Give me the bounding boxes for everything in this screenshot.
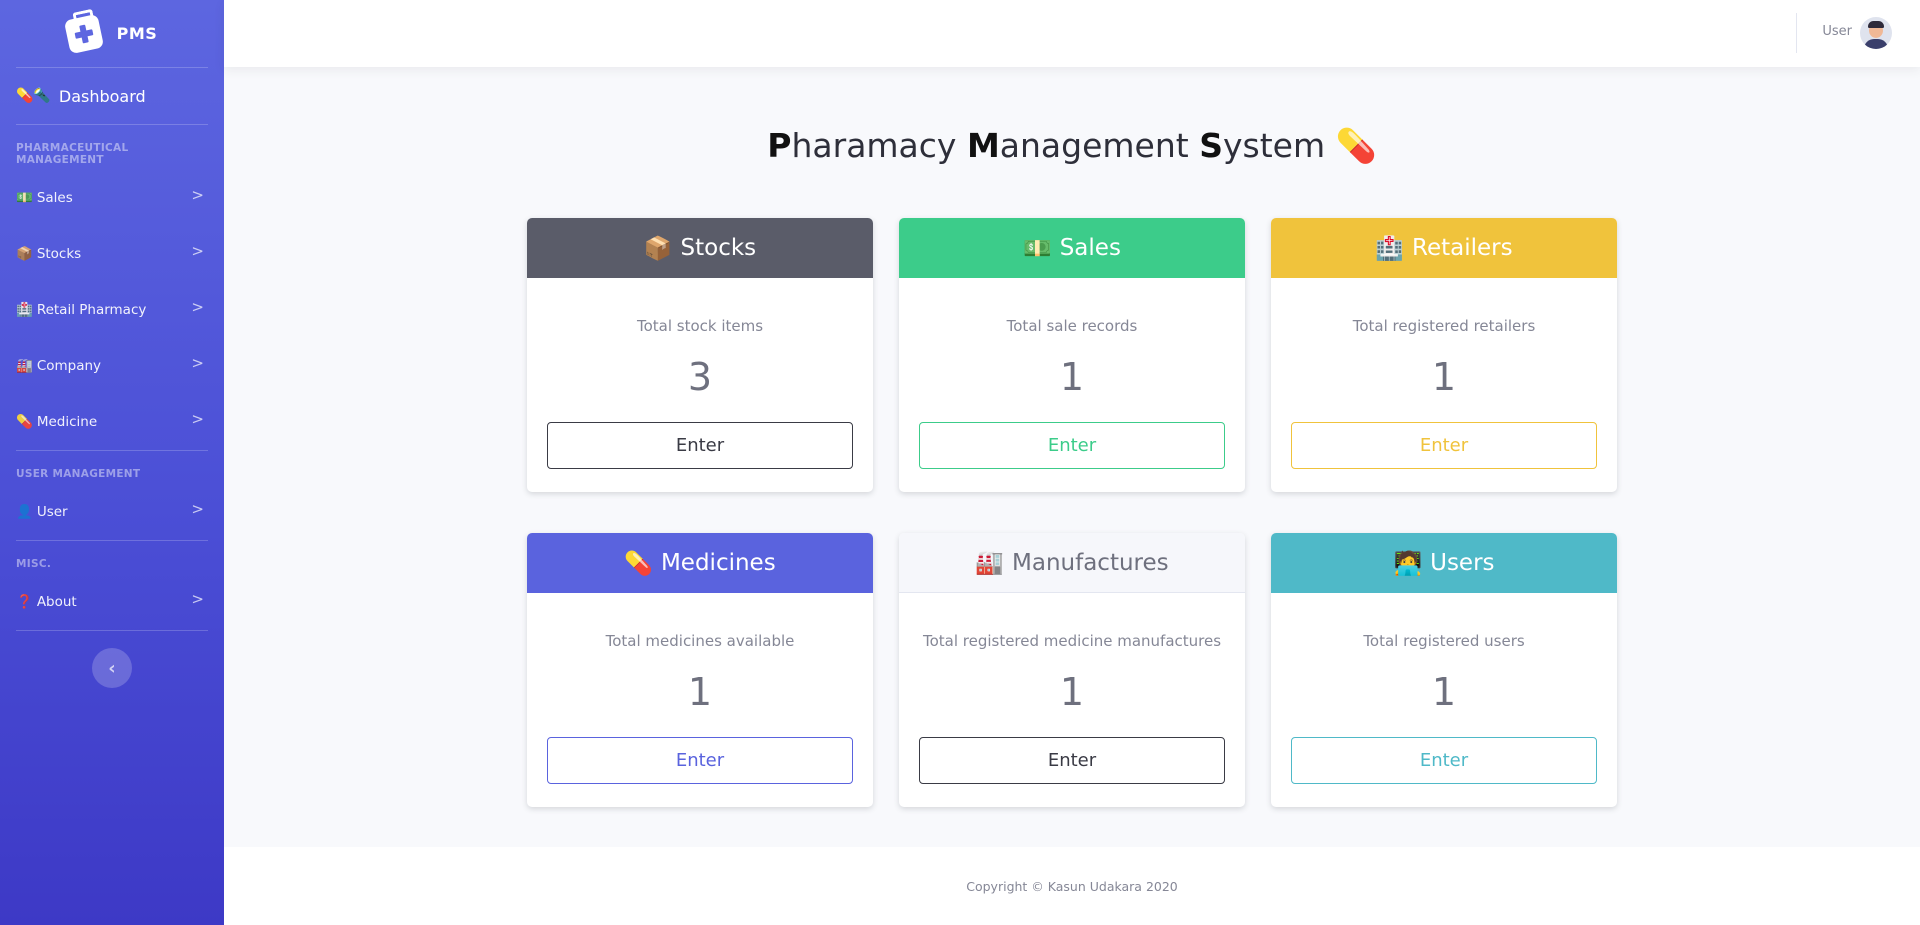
- sidebar-divider: [16, 630, 208, 631]
- card-count: 3: [687, 355, 713, 399]
- pill-icon: 💊: [624, 550, 653, 577]
- sidebar-item-label: Retail Pharmacy: [36, 302, 147, 318]
- card-subtitle: Total sale records: [1006, 317, 1138, 335]
- arrow-right-icon: >: [191, 500, 204, 518]
- card-count: 1: [1059, 355, 1085, 399]
- sidebar-item-sales[interactable]: 💵 Sales >: [0, 170, 224, 226]
- arrow-right-icon: >: [191, 410, 204, 428]
- money-icon: 💵: [1023, 235, 1052, 262]
- medical-kit-icon: [63, 13, 104, 54]
- sidebar-item-label: User: [36, 504, 68, 520]
- card-title: Users: [1430, 550, 1495, 576]
- sidebar-item-about[interactable]: ❓ About >: [0, 574, 224, 630]
- card-subtitle: Total registered users: [1363, 632, 1525, 650]
- sidebar-item-medicine[interactable]: 💊 Medicine >: [0, 394, 224, 450]
- page-title: Pharamacy Management System 💊: [767, 126, 1377, 165]
- card-subtitle: Total registered retailers: [1352, 317, 1536, 335]
- section-heading-misc: MISC.: [16, 558, 52, 570]
- factory-icon: 🏭: [16, 358, 33, 374]
- arrow-right-icon: >: [191, 298, 204, 316]
- users-card: 🧑‍💻 Users Total registered users 1 Enter: [1271, 533, 1617, 807]
- sidebar-item-label: Dashboard: [58, 86, 146, 106]
- card-subtitle: Total medicines available: [605, 632, 795, 650]
- card-title: Sales: [1059, 235, 1121, 261]
- card-title: Stocks: [680, 235, 757, 261]
- pill-icon: 💊: [16, 414, 33, 430]
- card-count: 1: [1431, 670, 1457, 714]
- card-count: 1: [1431, 355, 1457, 399]
- arrow-right-icon: >: [191, 590, 204, 608]
- hospital-icon: 🏥: [16, 302, 33, 318]
- card-subtitle: Total registered medicine manufactures: [922, 632, 1222, 650]
- card-header: 🧑‍💻 Users: [1271, 533, 1617, 593]
- card-header: 🏥 Retailers: [1271, 218, 1617, 278]
- pill-icon: 💊: [1335, 126, 1377, 165]
- technologist-icon: 🧑‍💻: [1393, 550, 1423, 577]
- avatar[interactable]: [1860, 17, 1892, 49]
- chevron-left-icon: ‹: [108, 657, 116, 679]
- manufactures-enter-button[interactable]: Enter: [919, 737, 1225, 784]
- card-header: 💵 Sales: [899, 218, 1245, 278]
- card-subtitle: Total stock items: [636, 317, 764, 335]
- hospital-icon: 🏥: [1375, 235, 1405, 262]
- sidebar: PMS 💊🔦 Dashboard PHARMACEUTICAL MANAGEME…: [0, 0, 224, 925]
- pill-flashlight-icon: 💊🔦: [16, 88, 51, 104]
- card-title: Manufactures: [1012, 549, 1169, 576]
- section-heading-pharmaceutical: PHARMACEUTICAL MANAGEMENT: [16, 142, 129, 166]
- copyright-text: Copyright © Kasun Udakara 2020: [966, 879, 1178, 894]
- user-dropdown-label[interactable]: User: [1822, 24, 1852, 39]
- footer: Copyright © Kasun Udakara 2020: [224, 847, 1920, 925]
- topbar: User: [224, 0, 1920, 67]
- sidebar-item-retail-pharmacy[interactable]: 🏥 Retail Pharmacy >: [0, 282, 224, 338]
- sidebar-item-label: Sales: [36, 190, 73, 206]
- factory-icon: 🏭: [975, 550, 1005, 576]
- sidebar-item-label: Medicine: [36, 414, 98, 430]
- card-header: 📦 Stocks: [527, 218, 873, 278]
- card-title: Medicines: [660, 550, 776, 576]
- retailers-card: 🏥 Retailers Total registered retailers 1…: [1271, 218, 1617, 492]
- arrow-right-icon: >: [191, 354, 204, 372]
- sales-card: 💵 Sales Total sale records 1 Enter: [899, 218, 1245, 492]
- card-title: Retailers: [1412, 235, 1513, 261]
- retailers-enter-button[interactable]: Enter: [1291, 422, 1597, 469]
- sidebar-item-label: Stocks: [36, 246, 82, 262]
- sidebar-item-label: Company: [36, 358, 102, 374]
- card-header: 💊 Medicines: [527, 533, 873, 593]
- brand-name: PMS: [116, 24, 158, 43]
- topbar-divider: [1796, 13, 1797, 53]
- user-icon: 👤: [16, 504, 33, 520]
- sidebar-item-label: About: [36, 594, 77, 610]
- package-icon: 📦: [643, 235, 673, 262]
- manufactures-card: 🏭 Manufactures Total registered medicine…: [899, 533, 1245, 807]
- sidebar-item-dashboard[interactable]: 💊🔦 Dashboard: [0, 68, 224, 124]
- stocks-enter-button[interactable]: Enter: [547, 422, 853, 469]
- brand[interactable]: PMS: [0, 0, 224, 67]
- arrow-right-icon: >: [191, 242, 204, 260]
- card-count: 1: [1059, 670, 1085, 714]
- sales-enter-button[interactable]: Enter: [919, 422, 1225, 469]
- stocks-card: 📦 Stocks Total stock items 3 Enter: [527, 218, 873, 492]
- medicines-enter-button[interactable]: Enter: [547, 737, 853, 784]
- card-count: 1: [687, 670, 713, 714]
- question-icon: ❓: [16, 594, 33, 610]
- arrow-right-icon: >: [191, 186, 204, 204]
- package-icon: 📦: [16, 246, 33, 262]
- users-enter-button[interactable]: Enter: [1291, 737, 1597, 784]
- card-header: 🏭 Manufactures: [899, 533, 1245, 593]
- sidebar-item-user[interactable]: 👤 User >: [0, 484, 224, 540]
- section-heading-user-management: USER MANAGEMENT: [16, 468, 141, 480]
- sidebar-item-stocks[interactable]: 📦 Stocks >: [0, 226, 224, 282]
- sidebar-item-company[interactable]: 🏭 Company >: [0, 338, 224, 394]
- medicines-card: 💊 Medicines Total medicines available 1 …: [527, 533, 873, 807]
- money-icon: 💵: [16, 190, 33, 206]
- sidebar-toggle-button[interactable]: ‹: [92, 648, 132, 688]
